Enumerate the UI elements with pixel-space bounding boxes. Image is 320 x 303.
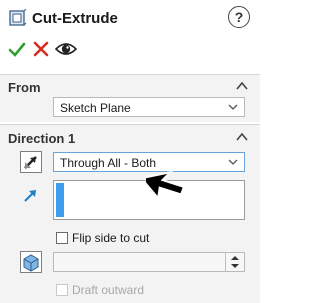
panel-title: Cut-Extrude bbox=[32, 10, 118, 27]
preview-eye-icon[interactable] bbox=[55, 39, 77, 59]
from-dropdown[interactable]: Sketch Plane bbox=[53, 97, 245, 117]
draft-icon bbox=[23, 254, 39, 272]
draft-outward-label: Draft outward bbox=[72, 283, 145, 297]
reverse-direction-icon bbox=[24, 156, 37, 169]
reverse-direction-button[interactable] bbox=[20, 151, 42, 173]
draft-outward-checkbox[interactable] bbox=[56, 284, 68, 296]
cut-extrude-icon bbox=[9, 9, 27, 26]
from-dropdown-value: Sketch Plane bbox=[60, 101, 131, 115]
chevron-down-icon bbox=[228, 104, 238, 110]
property-manager-header: Cut-Extrude ? bbox=[0, 0, 260, 70]
end-condition-value: Through All - Both bbox=[60, 156, 157, 170]
ok-icon[interactable] bbox=[8, 41, 26, 59]
from-group-header[interactable]: From bbox=[0, 77, 260, 99]
draft-angle-spinner[interactable] bbox=[225, 253, 244, 271]
help-icon[interactable]: ? bbox=[228, 6, 250, 28]
direction-vector-icon bbox=[24, 190, 36, 202]
draft-angle-input[interactable] bbox=[53, 252, 245, 272]
collapse-caret-icon[interactable] bbox=[236, 81, 248, 91]
direction1-group-header[interactable]: Direction 1 bbox=[0, 128, 260, 150]
selection-focus-bar bbox=[56, 183, 64, 217]
flip-side-checkbox[interactable] bbox=[56, 232, 68, 244]
collapse-caret-icon[interactable] bbox=[236, 132, 248, 142]
direction1-group-label: Direction 1 bbox=[8, 131, 76, 146]
draft-button[interactable] bbox=[20, 251, 42, 273]
cancel-icon[interactable] bbox=[33, 41, 49, 57]
property-manager-panel: Cut-Extrude ? From Sketch Plane Directio… bbox=[0, 0, 260, 303]
flip-side-label: Flip side to cut bbox=[72, 231, 150, 245]
chevron-down-icon bbox=[228, 159, 238, 165]
from-group-label: From bbox=[8, 80, 41, 95]
spinner-arrows-icon bbox=[231, 256, 239, 268]
mouse-cursor-icon bbox=[146, 170, 186, 201]
